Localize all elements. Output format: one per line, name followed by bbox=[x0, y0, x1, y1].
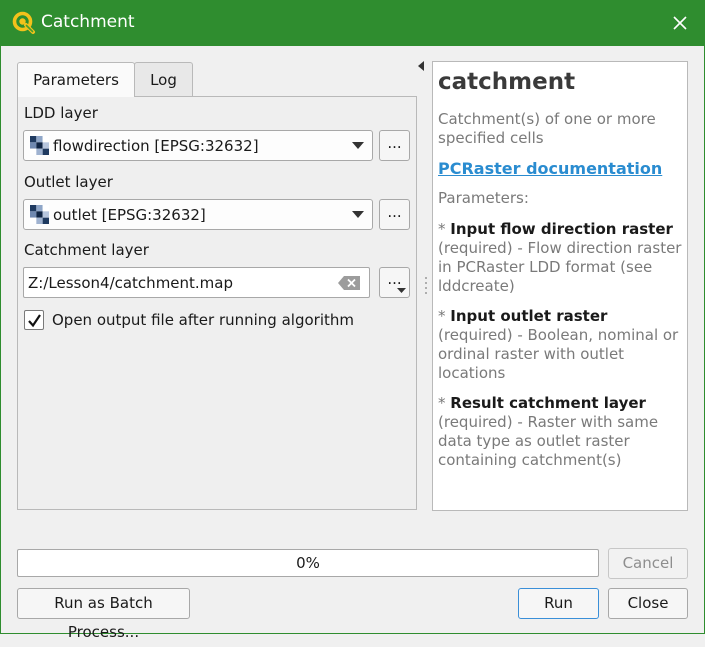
collapse-left-icon[interactable] bbox=[418, 61, 425, 71]
progress-text: 0% bbox=[296, 554, 320, 572]
help-panel: catchment Catchment(s) of one or more sp… bbox=[432, 61, 688, 511]
help-param-item: * Input outlet raster (required) - Boole… bbox=[438, 307, 679, 382]
help-title: catchment bbox=[438, 69, 576, 95]
splitter-handle-icon[interactable] bbox=[424, 276, 428, 296]
tab-parameters[interactable]: Parameters bbox=[17, 62, 135, 97]
browse-label: ... bbox=[387, 270, 402, 288]
outlet-layer-combo[interactable]: outlet [EPSG:32632] bbox=[23, 199, 373, 230]
ldd-layer-label: LDD layer bbox=[24, 104, 98, 122]
clear-text-icon[interactable] bbox=[338, 276, 360, 290]
run-as-batch-button[interactable]: Run as Batch Process... bbox=[17, 588, 190, 641]
catchment-layer-label: Catchment layer bbox=[24, 241, 149, 259]
close-icon bbox=[673, 16, 687, 30]
tab-log[interactable]: Log bbox=[134, 62, 193, 96]
catchment-layer-browse-button[interactable]: ... bbox=[379, 267, 410, 298]
help-description: Catchment(s) of one or more specified ce… bbox=[438, 110, 656, 147]
checkmark-icon bbox=[27, 313, 41, 327]
chevron-down-icon bbox=[397, 288, 406, 293]
help-param-item: * Result catchment layer (required) - Ra… bbox=[438, 394, 659, 469]
title-bar: Catchment bbox=[0, 0, 705, 46]
chevron-down-icon bbox=[344, 142, 372, 149]
window-title: Catchment bbox=[41, 12, 135, 32]
outlet-layer-label: Outlet layer bbox=[24, 173, 113, 191]
ldd-layer-combo[interactable]: flowdirection [EPSG:32632] bbox=[23, 130, 373, 161]
open-output-label: Open output file after running algorithm bbox=[52, 311, 354, 329]
ldd-layer-browse-button[interactable]: ... bbox=[379, 130, 410, 161]
close-button[interactable]: Close bbox=[608, 588, 688, 619]
parameters-panel: LDD layer flowdirection [EPSG:32632] ...… bbox=[17, 96, 417, 510]
outlet-layer-browse-button[interactable]: ... bbox=[379, 199, 410, 230]
chevron-down-icon bbox=[344, 211, 372, 218]
pcraster-doc-link[interactable]: PCRaster documentation bbox=[438, 159, 682, 178]
ldd-layer-value: flowdirection [EPSG:32632] bbox=[53, 136, 259, 155]
run-button[interactable]: Run bbox=[518, 588, 599, 619]
close-window-button[interactable] bbox=[664, 8, 696, 38]
qgis-logo-icon bbox=[12, 11, 35, 34]
outlet-layer-value: outlet [EPSG:32632] bbox=[53, 205, 206, 224]
help-param-item: * Input flow direction raster (required)… bbox=[438, 220, 682, 295]
raster-layer-icon bbox=[30, 136, 49, 155]
help-params-heading: Parameters: bbox=[438, 189, 529, 207]
catchment-layer-input[interactable] bbox=[23, 267, 370, 298]
cancel-button[interactable]: Cancel bbox=[608, 548, 688, 579]
open-output-checkbox[interactable] bbox=[24, 310, 44, 330]
progress-bar: 0% bbox=[17, 549, 599, 577]
raster-layer-icon bbox=[30, 205, 49, 224]
